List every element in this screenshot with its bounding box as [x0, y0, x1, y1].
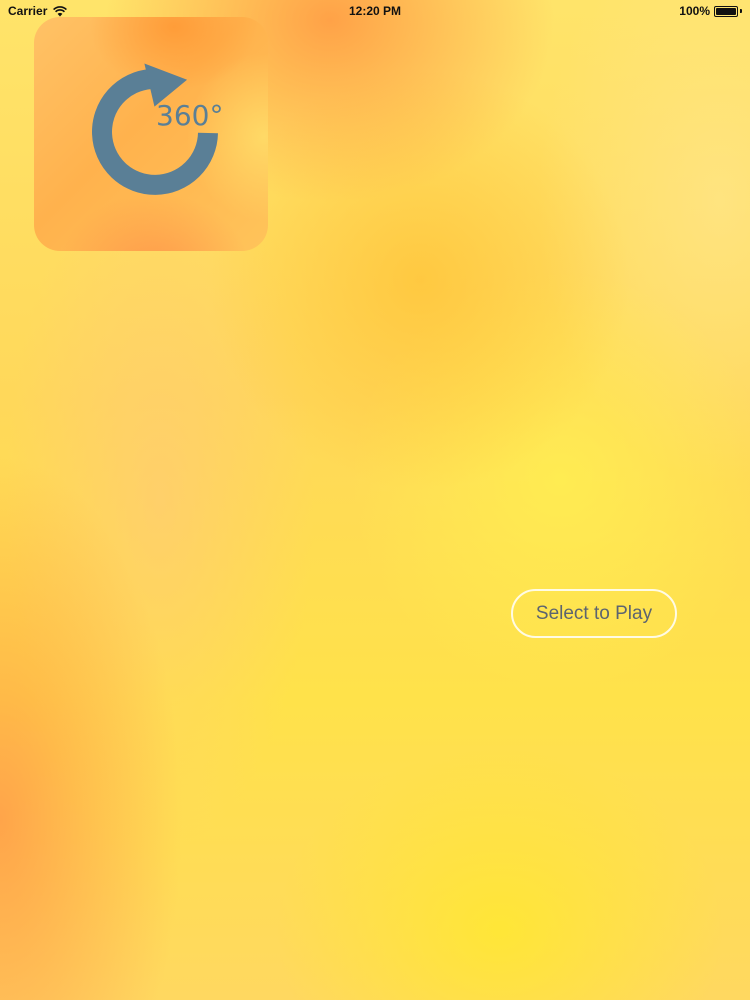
battery-percent: 100% — [679, 4, 710, 18]
status-right: 100% — [679, 4, 742, 18]
icon-label-360: 360° — [156, 99, 224, 132]
battery-tip — [740, 9, 742, 13]
select-to-play-button[interactable]: Select to Play — [511, 589, 677, 638]
rotate-360-icon — [92, 63, 218, 195]
status-time: 12:20 PM — [348, 4, 402, 18]
battery-icon — [714, 5, 738, 17]
app-icon-360[interactable]: 360° — [34, 17, 268, 251]
battery-fill — [716, 7, 736, 15]
